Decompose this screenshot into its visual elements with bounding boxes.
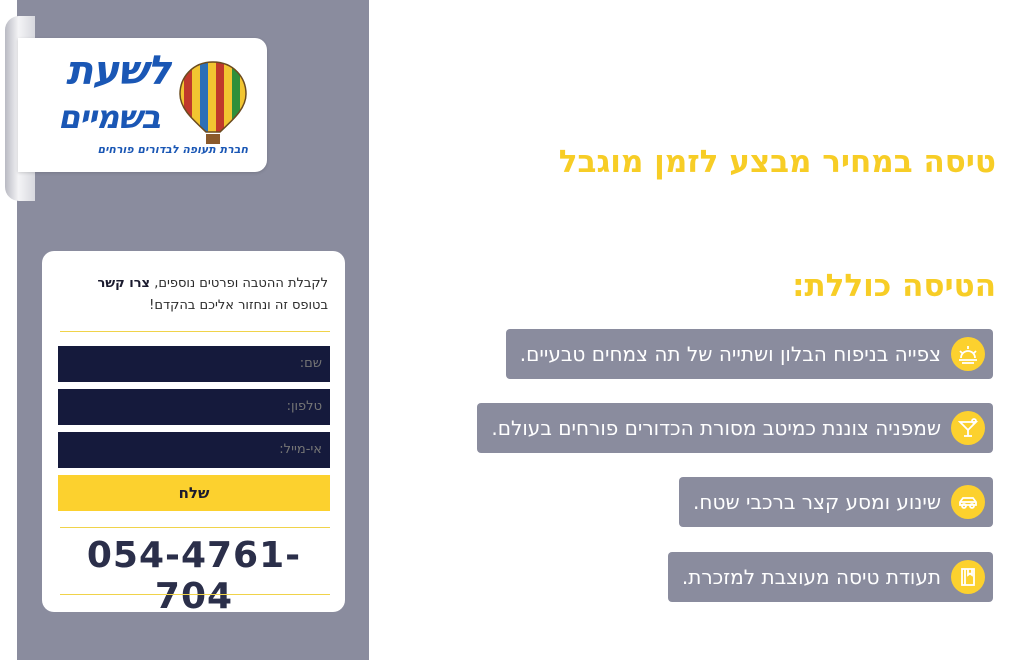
logo-text-line1: לשעת [66,48,171,94]
divider [60,594,330,595]
feature-text: שמפניה צוננת כמיטב מסורת הכדורים פורחים … [491,416,941,440]
form-intro-text: לקבלת ההטבה ופרטים נוספים, צרו קשר בטופס… [60,273,328,317]
feature-item: שינוע ומסע קצר ברכבי שטח. [679,477,993,527]
feature-item: צפייה בניפוח הבלון ושתייה של תה צמחים טב… [505,329,993,379]
feature-text: שינוע ומסע קצר ברכבי שטח. [693,490,941,514]
certificate-icon [951,560,985,594]
page-title: טיסה במחיר מבצע לזמן מוגבל [558,144,996,180]
phone-field[interactable] [58,389,330,425]
feature-text: צפייה בניפוח הבלון ושתייה של תה צמחים טב… [519,342,941,366]
phone-number[interactable]: 054-4761-704 [58,535,330,617]
section-title: הטיסה כוללת: [792,268,996,304]
form-intro-after: בטופס זה ונחזור אליכם בהקדם! [149,298,328,313]
form-intro-before: לקבלת ההטבה ופרטים נוספים, [154,276,328,291]
logo-text-line2: בשמיים [58,98,161,136]
feature-item: תעודת טיסה מעוצבת למזכרת. [667,552,993,602]
feature-text: תעודת טיסה מעוצבת למזכרת. [681,565,941,589]
divider [60,527,330,528]
sunrise-icon [951,337,985,371]
email-field[interactable] [58,432,330,468]
cocktail-icon [951,411,985,445]
name-field[interactable] [58,346,330,382]
car-icon [951,485,985,519]
hot-air-balloon-icon [179,61,247,144]
contact-form: לקבלת ההטבה ופרטים נוספים, צרו קשר בטופס… [42,251,345,617]
divider [60,331,330,332]
form-intro-contact: צרו קשר [97,276,151,291]
submit-button[interactable]: שלח [58,475,330,511]
feature-item: שמפניה צוננת כמיטב מסורת הכדורים פורחים … [477,403,993,453]
